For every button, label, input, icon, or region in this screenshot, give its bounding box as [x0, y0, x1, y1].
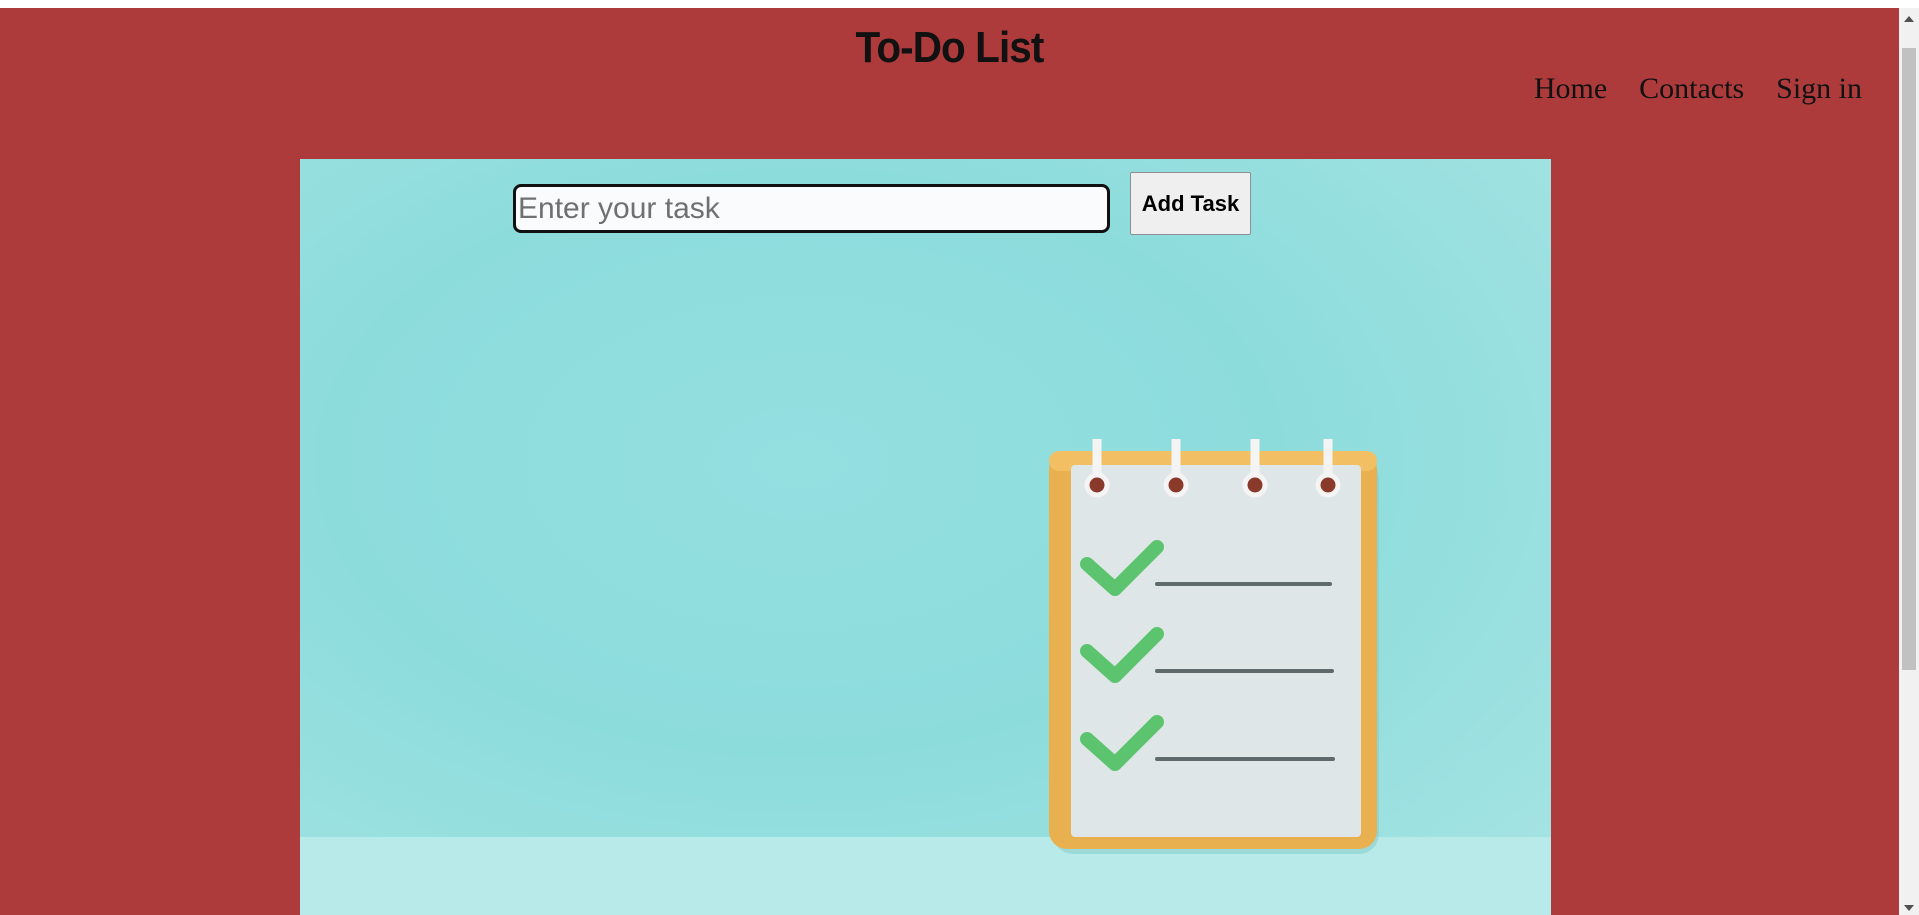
- vertical-scrollbar[interactable]: [1899, 8, 1919, 915]
- task-input[interactable]: [513, 184, 1110, 233]
- add-task-button[interactable]: Add Task: [1130, 172, 1251, 235]
- scroll-up-arrow-icon[interactable]: [1904, 16, 1914, 22]
- nav-link-home[interactable]: Home: [1534, 72, 1607, 106]
- scrollbar-thumb[interactable]: [1902, 48, 1916, 670]
- hero-banner: Add Task: [300, 159, 1551, 915]
- checklist-notepad-icon: [1049, 439, 1379, 854]
- page-title: To-Do List: [855, 23, 1045, 72]
- nav-link-sign-in[interactable]: Sign in: [1776, 72, 1862, 106]
- top-nav: Home Contacts Sign in: [1534, 72, 1862, 106]
- scroll-down-arrow-icon[interactable]: [1904, 905, 1914, 911]
- nav-link-contacts[interactable]: Contacts: [1639, 72, 1744, 106]
- page-background: To-Do List Home Contacts Sign in Add Tas…: [0, 8, 1899, 915]
